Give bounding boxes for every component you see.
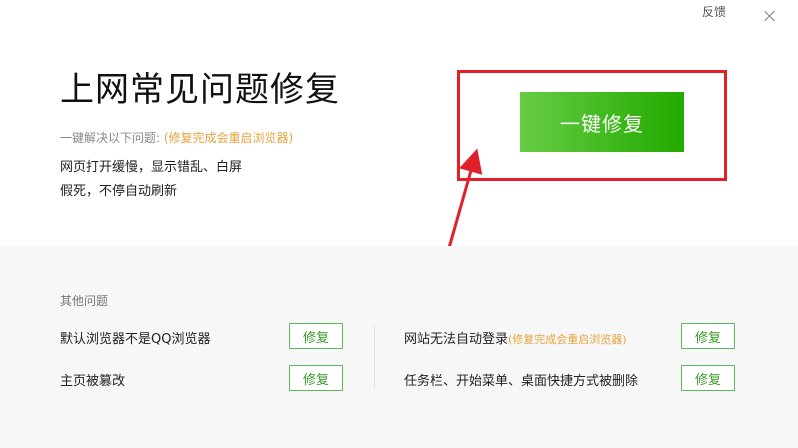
restart-notice: (修复完成会重启浏览器) [508,333,627,346]
fix-auto-login-button[interactable]: 修复 [681,323,735,349]
close-icon[interactable] [760,6,780,26]
fix-default-browser-button[interactable]: 修复 [289,323,343,349]
issue-shortcuts-deleted: 任务栏、开始菜单、桌面快捷方式被删除 [404,370,638,389]
issue-label: 任务栏、开始菜单、桌面快捷方式被删除 [404,374,639,389]
subline-prefix: 一键解决以下问题: [60,131,164,145]
issue-list-line-1: 网页打开缓慢，显示错乱、白屏 [60,160,243,175]
column-divider [374,326,375,388]
page-title: 上网常见问题修复 [60,70,340,110]
fix-homepage-button[interactable]: 修复 [289,365,343,391]
issue-list-line-2: 假死，不停自动刷新 [60,184,178,199]
fix-shortcuts-button[interactable]: 修复 [681,365,735,391]
other-issues-title: 其他问题 [60,294,109,308]
issue-auto-login: 网站无法自动登录(修复完成会重启浏览器) [404,328,627,347]
feedback-link[interactable]: 反馈 [702,3,726,20]
issue-label: 网站无法自动登录 [404,332,509,347]
one-click-fix-button[interactable]: 一键修复 [520,92,684,152]
issue-label: 主页被篡改 [60,374,126,389]
issue-label: 默认浏览器不是QQ浏览器 [60,332,211,347]
other-issues-panel [0,246,798,448]
fix-description-line: 一键解决以下问题: (修复完成会重启浏览器) [60,129,293,146]
restart-notice: (修复完成会重启浏览器) [163,131,294,145]
issue-default-browser: 默认浏览器不是QQ浏览器 [60,328,210,347]
issue-homepage-tampered: 主页被篡改 [60,370,125,389]
